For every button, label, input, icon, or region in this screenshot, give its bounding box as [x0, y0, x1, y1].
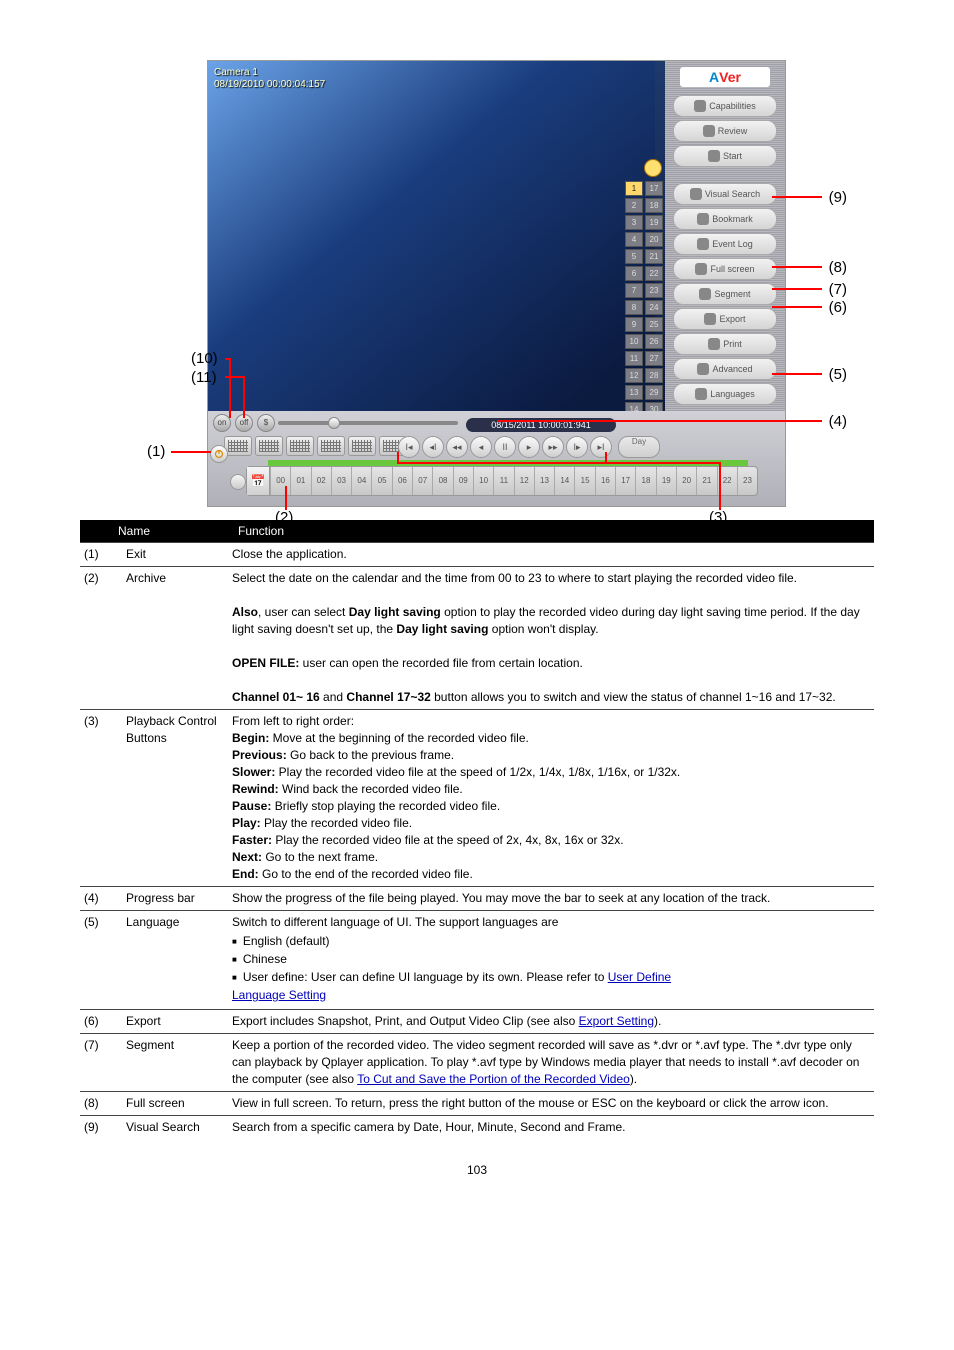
event-log-button[interactable]: Event Log — [673, 233, 777, 255]
start-button[interactable]: Start — [673, 145, 777, 167]
callout-11: (11) — [191, 369, 217, 386]
slower-button[interactable]: ◂◂ — [446, 436, 468, 458]
header-name: Name — [114, 524, 238, 538]
timeline-hours[interactable]: 0001020304050607080910111213141516171819… — [270, 467, 757, 495]
pause-button[interactable]: II — [494, 436, 516, 458]
bookmark-button[interactable]: Bookmark — [673, 208, 777, 230]
link-language-setting[interactable]: Language Setting — [232, 988, 326, 1002]
segment-button[interactable]: Segment — [673, 283, 777, 305]
side-panel: AVer Capabilities Review Start Visual Se… — [665, 61, 785, 411]
day-mode-button[interactable]: Day — [618, 436, 660, 458]
callout-2: (2) — [275, 509, 293, 526]
split-4x4[interactable] — [317, 436, 345, 456]
link-to-cut[interactable]: To Cut and Save the Portion of the Recor… — [357, 1072, 630, 1086]
archive-clock-icon[interactable] — [230, 474, 246, 490]
callout-3: (3) — [709, 509, 727, 526]
advanced-button[interactable]: Advanced — [673, 358, 777, 380]
power-icon[interactable] — [210, 445, 228, 463]
cell-playback: From left to right order:Begin: Move at … — [228, 710, 874, 887]
full-screen-button[interactable]: Full screen — [673, 258, 777, 280]
callout-5: (5) — [829, 366, 847, 383]
brand-logo: AVer — [680, 67, 770, 87]
split-mode-buttons[interactable] — [224, 436, 407, 456]
cell-segment: Keep a portion of the recorded video. Th… — [228, 1034, 874, 1092]
playback-controls: I◂ ◂I ◂◂ ◂ II ▸ ▸▸ I▸ ▸I Day — [398, 436, 660, 458]
page-number: 103 — [80, 1163, 874, 1177]
header-function: Function — [238, 524, 874, 538]
alarm-icon — [644, 159, 662, 177]
end-button[interactable]: ▸I — [590, 436, 612, 458]
cell-archive: Select the date on the calendar and the … — [228, 567, 874, 710]
next-button[interactable]: I▸ — [566, 436, 588, 458]
cell-visual-search: Search from a specific camera by Date, H… — [228, 1116, 874, 1140]
split-3x3[interactable] — [286, 436, 314, 456]
callout-1: (1) — [147, 443, 165, 460]
print-button[interactable]: Print — [673, 333, 777, 355]
callout-6: (6) — [829, 299, 847, 316]
bottom-bar: on off $ 08/15/2011 10:00:01:941 I◂ ◂I ◂… — [208, 411, 785, 506]
cap-button[interactable]: Capabilities — [673, 95, 777, 117]
mode-currency-icon[interactable]: $ — [257, 414, 275, 432]
play-button[interactable]: ▸ — [518, 436, 540, 458]
callout-4: (4) — [829, 413, 847, 430]
callout-10: (10) — [191, 350, 218, 367]
video-overlay-text: Camera 1 08/19/2010 00:00:04:157 — [214, 67, 325, 91]
split-2x2[interactable] — [255, 436, 283, 456]
cell-progress: Show the progress of the file being play… — [228, 887, 874, 911]
annotated-screenshot-figure: Camera 1 08/19/2010 00:00:04:157 117 218… — [147, 60, 807, 500]
review-button[interactable]: Review — [673, 120, 777, 142]
cell-exit: Close the application. — [228, 543, 874, 567]
player-window: Camera 1 08/19/2010 00:00:04:157 117 218… — [207, 60, 786, 507]
link-export-setting[interactable]: Export Setting — [579, 1014, 654, 1028]
progress-knob[interactable] — [328, 417, 340, 429]
timeline-date-icon[interactable]: 📅 — [247, 467, 270, 495]
cell-language: Switch to different language of UI. The … — [228, 911, 874, 1010]
previous-button[interactable]: ◂I — [422, 436, 444, 458]
progress-track[interactable] — [278, 421, 458, 425]
split-5x5[interactable] — [348, 436, 376, 456]
rewind-button[interactable]: ◂ — [470, 436, 492, 458]
cell-export: Export includes Snapshot, Print, and Out… — [228, 1010, 874, 1034]
export-button[interactable]: Export — [673, 308, 777, 330]
description-table: (1)ExitClose the application. (2)Archive… — [80, 542, 874, 1139]
visual-search-button[interactable]: Visual Search — [673, 183, 777, 205]
cell-fullscreen: View in full screen. To return, press th… — [228, 1092, 874, 1116]
split-1x1[interactable] — [224, 436, 252, 456]
callout-9: (9) — [829, 189, 847, 206]
callout-8: (8) — [829, 259, 847, 276]
languages-button[interactable]: Languages — [673, 383, 777, 405]
begin-button[interactable]: I◂ — [398, 436, 420, 458]
table-header-bar: Name Function — [80, 520, 874, 542]
timeline[interactable]: 📅 00010203040506070809101112131415161718… — [246, 466, 758, 496]
callout-7: (7) — [829, 281, 847, 298]
link-user-define[interactable]: User Define — [608, 970, 671, 984]
faster-button[interactable]: ▸▸ — [542, 436, 564, 458]
video-area: Camera 1 08/19/2010 00:00:04:157 — [208, 61, 655, 411]
